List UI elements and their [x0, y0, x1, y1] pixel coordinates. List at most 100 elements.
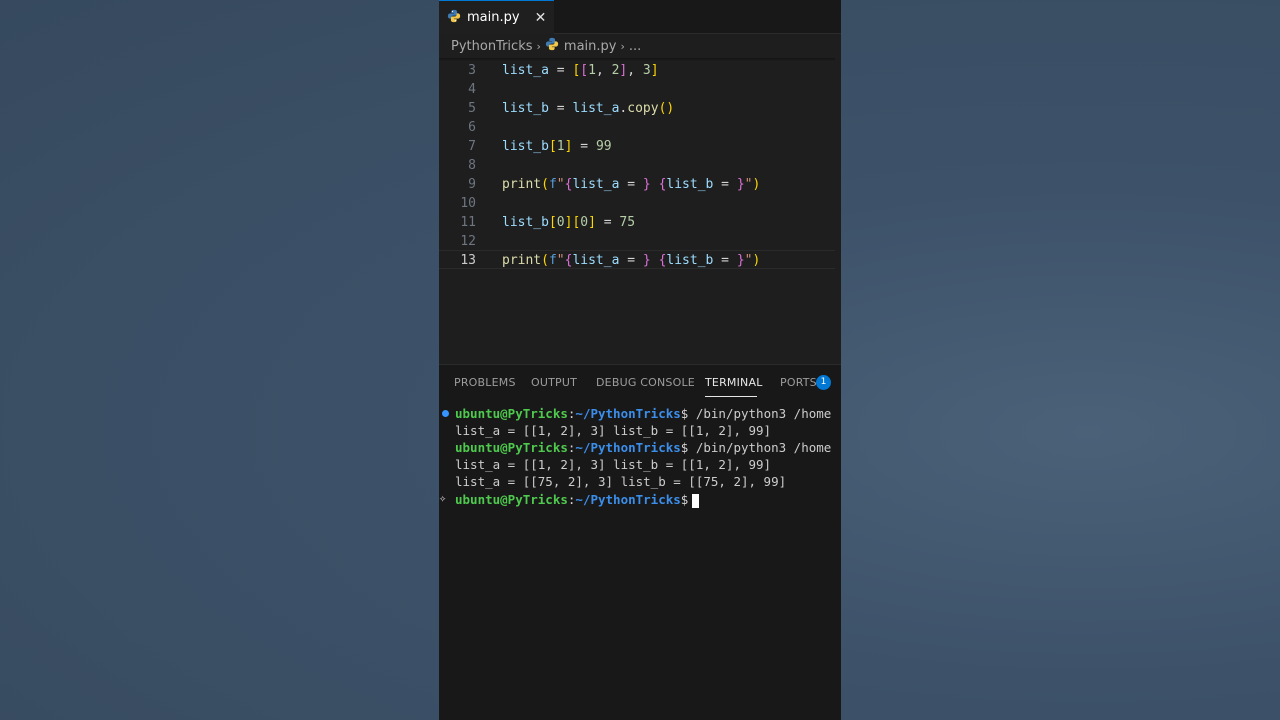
line-code: list_b[0][0] = 75	[502, 213, 635, 232]
line-number: 9	[468, 177, 476, 192]
prompt-path: ~/PythonTricks	[575, 440, 681, 455]
tab-terminal[interactable]: TERMINAL	[705, 376, 763, 389]
token: print	[502, 253, 542, 268]
code-editor[interactable]: 3 list_a = [[1, 2], 3] 4 5 list_b = list…	[439, 61, 835, 364]
token: 3	[642, 63, 651, 78]
line-code: list_a = [[1, 2], 3]	[502, 61, 659, 80]
token: 0	[580, 215, 589, 230]
chevron-right-icon: ›	[620, 39, 625, 53]
line-number: 3	[468, 63, 476, 78]
token: 75	[619, 215, 636, 230]
prompt-path: ~/PythonTricks	[575, 406, 681, 421]
token: list_a	[572, 101, 620, 116]
token: "	[744, 253, 753, 268]
code-line[interactable]: 8	[439, 156, 835, 175]
command-text: /bin/python3 /home	[688, 406, 832, 421]
token: 99	[595, 139, 612, 154]
code-line[interactable]: 9 print(f"{list_a = } {list_b = }")	[439, 175, 835, 194]
line-code: list_b = list_a.copy()	[502, 99, 674, 118]
command-text: /bin/python3 /home	[688, 440, 832, 455]
token: list_b	[502, 139, 549, 154]
editor-scrollbar[interactable]	[835, 34, 841, 364]
prompt-dollar: $	[680, 492, 689, 507]
code-line[interactable]: 3 list_a = [[1, 2], 3]	[439, 61, 835, 80]
bottom-panel: PROBLEMS OUTPUT DEBUG CONSOLE TERMINAL P…	[439, 364, 841, 720]
token: [	[548, 139, 557, 154]
breadcrumb-folder[interactable]: PythonTricks	[451, 39, 533, 54]
code-line[interactable]: 5 list_b = list_a.copy()	[439, 99, 835, 118]
token: =	[548, 101, 573, 116]
token: =	[713, 253, 737, 268]
line-number: 6	[468, 120, 476, 135]
token: "	[744, 177, 753, 192]
line-number: 10	[460, 196, 476, 211]
token: "	[556, 177, 565, 192]
code-line[interactable]: 6	[439, 118, 835, 137]
code-line[interactable]: 12	[439, 232, 835, 251]
vscode-window: main.py ✕ PythonTricks › main.py › ... 3…	[439, 0, 841, 720]
line-code: list_b[1] = 99	[502, 137, 612, 156]
prompt-user: ubuntu@PyTricks	[455, 440, 568, 455]
breadcrumb-more[interactable]: ...	[629, 39, 641, 54]
token: ,	[595, 63, 612, 78]
token: }	[642, 253, 651, 268]
tab-main-py[interactable]: main.py ✕	[439, 0, 554, 34]
ports-badge: 1	[816, 375, 831, 390]
tab-output[interactable]: OUTPUT	[531, 376, 577, 389]
token: ]	[650, 63, 659, 78]
breadcrumb-file[interactable]: main.py	[564, 39, 617, 54]
chevron-right-icon: ›	[536, 39, 541, 53]
token: list_a	[572, 253, 620, 268]
tab-debug-console[interactable]: DEBUG CONSOLE	[596, 376, 695, 389]
line-number: 7	[468, 139, 476, 154]
line-number: 11	[460, 215, 476, 230]
token: =	[548, 63, 573, 78]
token: }	[736, 253, 745, 268]
token: print	[502, 177, 542, 192]
panel-tabs: PROBLEMS OUTPUT DEBUG CONSOLE TERMINAL P…	[439, 365, 841, 399]
token: copy	[627, 101, 659, 116]
token: [	[548, 215, 557, 230]
prompt-user: ubuntu@PyTricks	[455, 492, 568, 507]
command-success-dot-icon[interactable]	[442, 410, 449, 417]
terminal-line: ubuntu@PyTricks:~/PythonTricks$ /bin/pyt…	[455, 405, 831, 422]
token: )	[752, 177, 761, 192]
token: 1	[588, 63, 596, 78]
token: =	[619, 253, 643, 268]
line-number: 13	[460, 253, 476, 268]
python-icon	[447, 8, 461, 27]
token: list_b	[666, 177, 714, 192]
code-line[interactable]: 10	[439, 194, 835, 213]
tab-ports[interactable]: PORTS	[780, 376, 817, 389]
terminal-line: list_a = [[1, 2], 3] list_b = [[1, 2], 9…	[455, 423, 772, 438]
token: )	[666, 101, 675, 116]
token: list_a	[572, 177, 620, 192]
code-line-current[interactable]: 13 print(f"{list_a = } {list_b = }")	[439, 250, 835, 269]
token: ,	[627, 63, 643, 78]
token: =	[619, 177, 643, 192]
token: )	[752, 253, 761, 268]
token: }	[642, 177, 651, 192]
token: f	[548, 253, 557, 268]
token: list_a	[502, 63, 549, 78]
line-code: print(f"{list_a = } {list_b = }")	[502, 251, 760, 270]
token: list_b	[502, 101, 549, 116]
token: =	[572, 139, 596, 154]
active-tab-indicator	[705, 396, 757, 397]
token: f	[548, 177, 557, 192]
code-line[interactable]: 4	[439, 80, 835, 99]
token: list_b	[666, 253, 714, 268]
sparkle-icon[interactable]: ✧	[439, 491, 446, 505]
line-number: 5	[468, 101, 476, 116]
line-number: 8	[468, 158, 476, 173]
close-icon[interactable]: ✕	[535, 10, 547, 26]
code-line[interactable]: 11 list_b[0][0] = 75	[439, 213, 835, 232]
code-line[interactable]: 7 list_b[1] = 99	[439, 137, 835, 156]
token: 1	[556, 139, 565, 154]
terminal-line: list_a = [[1, 2], 3] list_b = [[1, 2], 9…	[455, 457, 772, 472]
prompt-user: ubuntu@PyTricks	[455, 406, 568, 421]
tab-problems[interactable]: PROBLEMS	[454, 376, 516, 389]
token: ]	[588, 215, 596, 230]
